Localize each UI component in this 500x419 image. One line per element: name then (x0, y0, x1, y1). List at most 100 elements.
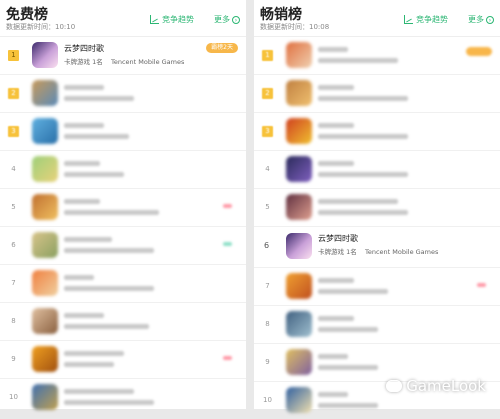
list-item[interactable]: 1 (254, 37, 500, 75)
blurred-name (318, 199, 398, 204)
chevron-circle-icon: › (232, 15, 240, 24)
blurred-name (318, 392, 348, 397)
blurred-meta (318, 403, 378, 408)
trend-link[interactable]: 竞争趋势 (404, 14, 448, 25)
list-item-featured[interactable]: 1 云梦四时歌 卡牌游戏 1名 Tencent Mobile Games 霸榜2… (0, 37, 246, 75)
status-badge: 霸榜2天 (206, 43, 238, 53)
free-chart-panel: 免费榜 数据更新时间：10:10 竞争趋势 更多 › 1 云梦四时歌 卡牌游戏 … (0, 0, 246, 410)
blurred-meta (318, 365, 378, 370)
game-icon (286, 311, 312, 337)
list-item[interactable]: 4 (0, 151, 246, 189)
list-item[interactable]: 7 (254, 268, 500, 306)
grossing-chart-list: 1 2 3 4 5 6 云梦四时歌 卡牌游戏 1名 Tencent Mobile… (254, 37, 500, 419)
game-icon (286, 118, 312, 144)
list-item[interactable]: 9 (0, 341, 246, 379)
watermark: GameLook (386, 377, 486, 395)
blurred-name (64, 85, 104, 90)
blurred-meta (64, 172, 124, 177)
blurred-meta (318, 172, 408, 177)
more-link[interactable]: 更多 › (468, 14, 494, 25)
line-chart-icon (404, 15, 413, 24)
game-icon (286, 42, 312, 68)
list-item-featured[interactable]: 6 云梦四时歌 卡牌游戏 1名 Tencent Mobile Games (254, 227, 500, 268)
list-item[interactable]: 2 (0, 75, 246, 113)
game-icon (32, 80, 58, 106)
blurred-name (318, 161, 354, 166)
game-icon (286, 273, 312, 299)
list-item[interactable]: 5 (0, 189, 246, 227)
wechat-icon (386, 380, 403, 392)
game-category: 卡牌游戏 1名 (318, 248, 357, 256)
game-meta: 卡牌游戏 1名 Tencent Mobile Games (318, 246, 438, 256)
ranking-page: 免费榜 数据更新时间：10:10 竞争趋势 更多 › 1 云梦四时歌 卡牌游戏 … (0, 0, 500, 413)
rank-number: 4 (11, 165, 16, 173)
game-icon (32, 42, 58, 68)
blurred-meta (64, 400, 154, 405)
blurred-meta (318, 58, 398, 63)
trend-link[interactable]: 竞争趋势 (150, 14, 194, 25)
game-icon (32, 384, 58, 410)
update-time: 数据更新时间：10:08 (260, 23, 330, 31)
trend-label: 竞争趋势 (416, 15, 448, 24)
rank-number: 8 (11, 317, 16, 325)
game-icon (286, 233, 312, 259)
line-chart-icon (150, 15, 159, 24)
game-developer: Tencent Mobile Games (110, 58, 185, 66)
rank-number: 9 (265, 358, 270, 366)
list-item[interactable]: 3 (254, 113, 500, 151)
blurred-meta (64, 286, 154, 291)
game-category: 卡牌游戏 1名 (64, 58, 103, 66)
panel-title: 畅销榜 (260, 7, 302, 23)
watermark-text: GameLook (406, 377, 486, 395)
blurred-name (318, 47, 348, 52)
list-item[interactable]: 8 (254, 306, 500, 344)
game-icon (32, 308, 58, 334)
game-icon (32, 118, 58, 144)
rank-number: 1 (262, 50, 273, 61)
free-chart-header: 免费榜 数据更新时间：10:10 竞争趋势 更多 › (0, 0, 246, 37)
blurred-name (318, 316, 354, 321)
rank-number: 2 (262, 88, 273, 99)
rank-number: 9 (11, 355, 16, 363)
rank-change-indicator (223, 356, 232, 360)
rank-change-indicator (477, 283, 486, 287)
blurred-name (318, 123, 354, 128)
list-item[interactable]: 7 (0, 265, 246, 303)
list-item[interactable]: 2 (254, 75, 500, 113)
more-label: 更多 (214, 15, 230, 24)
game-icon (286, 80, 312, 106)
blurred-meta (64, 362, 114, 367)
trend-label: 竞争趋势 (162, 15, 194, 24)
game-icon (286, 194, 312, 220)
rank-number: 1 (8, 50, 19, 61)
rank-number: 3 (262, 126, 273, 137)
game-icon (32, 232, 58, 258)
grossing-chart-header: 畅销榜 数据更新时间：10:08 竞争趋势 更多 › (254, 0, 500, 37)
blurred-name (64, 389, 134, 394)
list-item[interactable]: 10 (0, 379, 246, 416)
rank-number: 8 (265, 320, 270, 328)
rank-number: 5 (11, 203, 16, 211)
game-name: 云梦四时歌 (318, 234, 358, 243)
game-icon (286, 387, 312, 413)
blurred-name (318, 354, 348, 359)
list-item[interactable]: 6 (0, 227, 246, 265)
more-link[interactable]: 更多 › (214, 14, 240, 25)
rank-number: 7 (11, 279, 16, 287)
list-item[interactable]: 4 (254, 151, 500, 189)
blurred-name (318, 85, 354, 90)
chevron-circle-icon: › (486, 15, 494, 24)
blurred-name (64, 313, 104, 318)
list-item[interactable]: 5 (254, 189, 500, 227)
game-icon (32, 194, 58, 220)
blurred-meta (318, 289, 388, 294)
blurred-meta (318, 134, 408, 139)
game-developer: Tencent Mobile Games (364, 248, 439, 256)
list-item[interactable]: 3 (0, 113, 246, 151)
game-icon (32, 156, 58, 182)
blurred-name (64, 199, 100, 204)
rank-number: 5 (265, 203, 270, 211)
game-meta: 卡牌游戏 1名 Tencent Mobile Games (64, 56, 184, 66)
blurred-meta (318, 327, 378, 332)
list-item[interactable]: 8 (0, 303, 246, 341)
